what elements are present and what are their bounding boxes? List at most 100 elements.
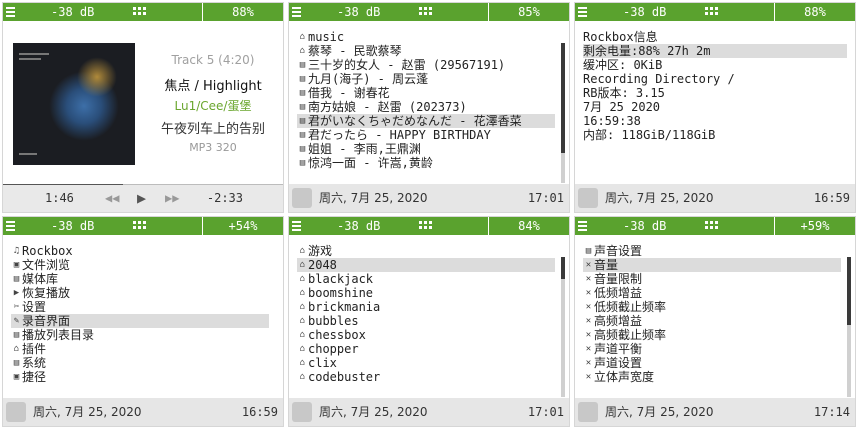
list-item[interactable]: 16:59:38 [583,114,847,128]
list-item[interactable]: ⌂ clix [297,356,555,370]
list-item-label: chessbox [308,328,366,342]
list-item[interactable]: ⌂ 游戏 [297,244,555,258]
play-icon[interactable]: ▶ [137,185,146,212]
list-item[interactable]: ✎ 录音界面 [11,314,269,328]
list-item[interactable]: ✕ 音量限制 [583,272,841,286]
grid-icon [419,7,433,17]
list-item[interactable]: ⌂ chopper [297,342,555,356]
rockbox-icon: ♫ [13,246,20,256]
list-item-label: 声音设置 [594,244,643,258]
file-icon: ▤ [299,74,306,84]
list-item[interactable]: ⌂ bubbles [297,314,555,328]
list-item[interactable]: Rockbox信息 [583,30,847,44]
list-item[interactable]: ⌂ boomshine [297,286,555,300]
database-icon: ▤ [13,274,20,284]
list-item-label: RB版本: 3.15 [583,86,665,100]
clock-label: 16:59 [241,405,278,419]
list-item[interactable]: 缓冲区: 0KiB [583,58,847,72]
list-item-label: 姐姐 - 李雨,王鼎渊 [308,142,421,156]
date-label: 周六, 7月 25, 2020 [605,191,714,205]
list-item[interactable]: ▶ 恢复播放 [11,286,269,300]
list-item[interactable]: ▤ 君だったら - HAPPY BIRTHDAY [297,128,555,142]
list-item[interactable]: ▤ 九月(海子) - 周云蓬 [297,72,555,86]
list-item[interactable]: ⌂ blackjack [297,272,555,286]
list-item[interactable]: ▤ 媒体库 [11,272,269,286]
list-item[interactable]: ⌂ music [297,30,555,44]
list-item-label: 恢复播放 [22,286,71,300]
list-item[interactable]: ▤ 惊鸿一面 - 许嵩,黄龄 [297,156,555,170]
list-item[interactable]: 内部: 118GiB/118GiB [583,128,847,142]
track-number: Track 5 (4:20) [171,53,255,67]
menu-icon[interactable] [6,221,15,231]
list-item[interactable]: ▤ 播放列表目录 [11,328,269,342]
list-item-label: 低频截止频率 [594,300,667,314]
playlist-catalog-icon: ▤ [13,330,20,340]
menu-icon[interactable] [578,7,587,17]
clock-label: 17:01 [527,191,564,205]
list-item[interactable]: ✂ 设置 [11,300,269,314]
list-item[interactable]: ▤ 借我 - 谢春花 [297,86,555,100]
list-item[interactable]: ▤ 君がいなくちゃだめなんだ - 花澤香菜 [297,114,555,128]
menu-icon[interactable] [292,221,301,231]
file-browser-icon: ▣ [13,260,20,270]
list-item[interactable]: ▤ 姐姐 - 李雨,王鼎渊 [297,142,555,156]
list-item[interactable]: ✕ 低频增益 [583,286,841,300]
list-item[interactable]: ▣ 文件浏览 [11,258,269,272]
thumbnail-icon [578,188,598,208]
scrollbar[interactable] [561,43,565,183]
scrollbar-thumb[interactable] [561,257,565,279]
list-item[interactable]: Recording Directory / [583,72,847,86]
list-item[interactable]: ⌂ 插件 [11,342,269,356]
menu-icon[interactable] [578,221,587,231]
list-item[interactable]: ✕ 高频截止频率 [583,328,841,342]
thumbnail-icon [292,402,312,422]
list-item-label: 播放列表目录 [22,328,95,342]
resume-playback-icon: ▶ [13,288,20,298]
system-icon: ▤ [13,358,20,368]
scrollbar[interactable] [847,257,851,397]
list-item-label: 设置 [22,300,47,314]
list-item[interactable]: ✕ 声道设置 [583,356,841,370]
list-item[interactable]: ⌂ 2048 [297,258,555,272]
plugin-icon: ⌂ [299,260,306,270]
list-item[interactable]: ▤ 声音设置 [583,244,841,258]
list-item-label: boomshine [308,286,374,300]
list-item[interactable]: ⌂ 蔡琴 - 民歌蔡琴 [297,44,555,58]
plugin-icon: ⌂ [299,288,306,298]
setting-item-icon: ✕ [585,372,592,382]
rewind-icon[interactable]: ◀◀ [105,185,119,212]
list-item-label: blackjack [308,272,374,286]
list-item[interactable]: ✕ 声道平衡 [583,342,841,356]
list-item[interactable]: ▤ 南方姑娘 - 赵雷 (202373) [297,100,555,114]
list-item[interactable]: ✕ 低频截止频率 [583,300,841,314]
menu-icon[interactable] [292,7,301,17]
list-item[interactable]: ⌂ brickmania [297,300,555,314]
scrollbar[interactable] [561,257,565,397]
list-item[interactable]: ⌂ chessbox [297,328,555,342]
list-item[interactable]: ✕ 音量 [583,258,841,272]
fast-forward-icon[interactable]: ▶▶ [165,185,179,212]
list-item[interactable]: ▤ 系统 [11,356,269,370]
list-item[interactable]: 7月 25 2020 [583,100,847,114]
list-item[interactable]: ♫ Rockbox [11,244,269,258]
folder-icon: ⌂ [299,46,306,56]
elapsed-time: 1:46 [45,191,74,205]
folder-icon: ⌂ [299,246,306,256]
bottom-bar: 周六, 7月 25, 2020 17:01 [289,398,569,426]
list-item[interactable]: ✕ 高频增益 [583,314,841,328]
list-item-label: music [308,30,345,44]
list-item-label: clix [308,356,337,370]
scrollbar-thumb[interactable] [847,257,851,325]
scrollbar-thumb[interactable] [561,43,565,153]
date-label: 周六, 7月 25, 2020 [33,405,142,419]
list-item[interactable]: RB版本: 3.15 [583,86,847,100]
volume-readout: -38 dB [623,5,667,19]
menu-icon[interactable] [6,7,15,17]
list-item[interactable]: ✕ 立体声宽度 [583,370,841,384]
list-item[interactable]: ⌂ codebuster [297,370,555,384]
file-icon: ▤ [299,116,306,126]
list-item[interactable]: 剩余电量:88% 27h 2m [583,44,847,58]
list-item[interactable]: ▣ 捷径 [11,370,269,384]
list-item-label: 高频增益 [594,314,643,328]
list-item[interactable]: ▤ 三十岁的女人 - 赵雷 (29567191) [297,58,555,72]
